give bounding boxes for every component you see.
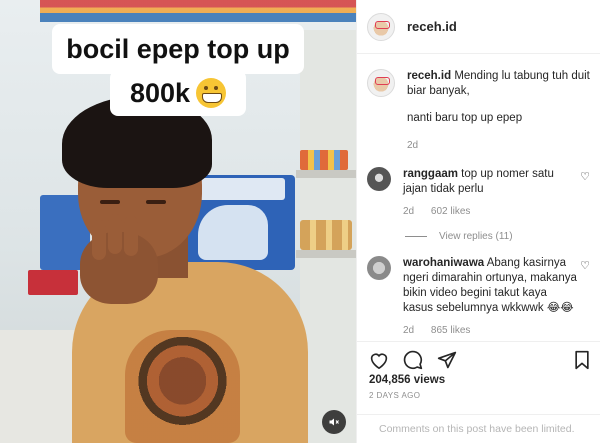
view-replies-button[interactable]: View replies (11) xyxy=(405,231,600,242)
comment-likes[interactable]: 602 likes xyxy=(431,206,470,217)
video-caption-line2: 800k xyxy=(110,70,246,116)
comment-emoji: 😂😂 xyxy=(546,302,574,314)
comment-body: ranggaam top up nomer satu jajan tidak p… xyxy=(403,167,579,219)
freezer-decal xyxy=(198,205,268,260)
comment-time: 2d xyxy=(407,140,419,151)
comment-body: receh.id Mending lu tabung tuh duit biar… xyxy=(407,69,591,153)
shelf xyxy=(296,170,356,178)
finger xyxy=(92,220,106,260)
comment-time: 2d xyxy=(403,325,415,336)
caption-amount: 800k xyxy=(129,77,191,108)
heart-icon[interactable]: ♡ xyxy=(579,171,591,183)
boy-eye xyxy=(100,200,120,204)
red-crate xyxy=(28,270,78,295)
shelf xyxy=(296,250,356,258)
shelf-products xyxy=(300,150,348,170)
comment-meta: 2d 602 likes xyxy=(403,204,579,219)
actions-bar: 204,856 views 2 DAYS AGO Comments on thi… xyxy=(357,341,600,443)
comment-icon[interactable] xyxy=(403,350,423,370)
comment-item: warohaniwawa Abang kasirnya ngeri dimara… xyxy=(357,256,600,338)
share-icon[interactable] xyxy=(437,350,457,370)
heart-icon[interactable] xyxy=(369,351,389,369)
avatar[interactable] xyxy=(367,12,395,41)
comment-item: ranggaam top up nomer satu jajan tidak p… xyxy=(357,167,600,219)
finger xyxy=(108,214,122,254)
shelf-products xyxy=(300,220,352,250)
comment-meta: 2d 865 likes xyxy=(403,323,579,338)
mute-icon[interactable] xyxy=(322,410,346,434)
comment-body: warohaniwawa Abang kasirnya ngeri dimara… xyxy=(403,256,579,338)
heart-icon[interactable]: ♡ xyxy=(579,260,591,272)
store-sign xyxy=(40,0,356,22)
bookmark-icon[interactable] xyxy=(573,350,591,370)
comments-list[interactable]: receh.id Mending lu tabung tuh duit biar… xyxy=(357,55,600,341)
avatar[interactable] xyxy=(367,69,395,97)
post-timestamp: 2 DAYS AGO xyxy=(369,391,421,400)
comment-username[interactable]: ranggaam xyxy=(403,168,458,180)
post-header: receh.id xyxy=(357,0,600,54)
comment-username[interactable]: receh.id xyxy=(407,70,451,82)
avatar[interactable] xyxy=(367,167,391,191)
comment-time: 2d xyxy=(403,206,415,217)
view-replies-label: View replies (11) xyxy=(439,231,513,242)
post-panel: receh.id receh.id Mending lu tabung tuh … xyxy=(356,0,600,443)
video-caption-line1: bocil epep top up xyxy=(52,24,304,74)
comment-likes[interactable]: 865 likes xyxy=(431,325,470,336)
action-icons xyxy=(357,342,600,372)
finger xyxy=(124,216,138,256)
view-count[interactable]: 204,856 views xyxy=(357,374,600,386)
grinning-face-icon xyxy=(196,78,227,108)
boy-eye xyxy=(146,200,166,204)
comment-username[interactable]: warohaniwawa xyxy=(403,257,484,269)
comments-limited-notice: Comments on this post have been limited. xyxy=(357,414,600,435)
comment-meta: 2d xyxy=(407,138,591,153)
post-media[interactable]: bocil epep top up 800k xyxy=(0,0,356,443)
post-username[interactable]: receh.id xyxy=(407,19,457,34)
caption-comment: receh.id Mending lu tabung tuh duit biar… xyxy=(357,69,600,153)
comment-text-line2: nanti baru top up epep xyxy=(407,112,523,124)
avatar[interactable] xyxy=(367,256,391,280)
shirt-print xyxy=(125,330,240,443)
